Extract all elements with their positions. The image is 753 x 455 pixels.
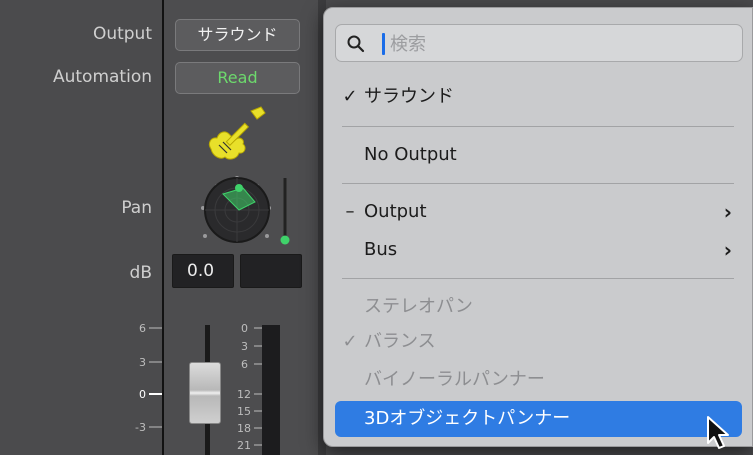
meter-tick-label: 0 (241, 322, 248, 335)
meter-tick-label: 3 (241, 340, 248, 353)
volume-db-readout[interactable]: 0.0 (172, 254, 234, 288)
menu-item-3d-object-panner[interactable]: 3Dオブジェクトパンナー (335, 401, 742, 437)
search-input[interactable] (390, 29, 730, 59)
fader-tick-label: 0 (139, 388, 146, 401)
mixer-labels-column: Output Automation Pan dB 6 3 0 -3 (0, 0, 170, 455)
fader-tick-label: 6 (139, 322, 146, 335)
search-field[interactable] (335, 24, 743, 62)
menu-item-label: バランス (364, 331, 436, 352)
mixed-state-icon: – (345, 201, 355, 222)
fader-tick-label: 3 (139, 356, 146, 369)
text-caret (382, 33, 385, 55)
pan-knob[interactable] (183, 172, 293, 254)
chevron-right-icon: › (723, 238, 732, 262)
search-icon (347, 35, 365, 53)
meter-tick-label: 15 (237, 405, 251, 418)
menu-separator (342, 126, 734, 127)
menu-item-no-output[interactable]: No Output (324, 138, 752, 172)
menu-item-label: サラウンド (364, 86, 454, 107)
checkmark-icon: ✓ (342, 86, 358, 107)
menu-item-surround[interactable]: ✓ サラウンド (324, 80, 752, 114)
menu-item-label: Bus (364, 239, 398, 260)
menu-item-bus[interactable]: Bus › (324, 233, 752, 267)
menu-item-label: ステレオパン (364, 296, 473, 317)
menu-item-stereo-pan: ステレオパン (324, 290, 752, 324)
level-meter (262, 325, 280, 455)
db-label: dB (129, 263, 152, 283)
automation-label: Automation (52, 67, 152, 87)
peak-level-readout (240, 254, 302, 288)
pan-label: Pan (121, 198, 152, 218)
chevron-right-icon: › (723, 200, 732, 224)
output-selector-button[interactable]: サラウンド (175, 19, 300, 51)
mouse-pointer-icon (707, 416, 729, 449)
menu-item-label: 3Dオブジェクトパンナー (364, 408, 571, 429)
menu-item-binaural-panner: バイノーラルパンナー (324, 363, 752, 397)
menu-item-label: No Output (364, 144, 457, 165)
meter-tick-label: 12 (237, 388, 251, 401)
menu-item-label: バイノーラルパンナー (364, 369, 545, 390)
output-label: Output (92, 24, 152, 44)
fader-tick-label: -3 (135, 421, 146, 434)
meter-scale: 0 3 6 12 15 18 21 (237, 322, 262, 452)
automation-mode-button[interactable]: Read (175, 62, 300, 94)
checkmark-icon: ✓ (342, 331, 358, 352)
electric-guitar-icon (208, 106, 266, 160)
meter-tick-label: 21 (237, 439, 251, 452)
meter-tick-label: 18 (237, 422, 251, 435)
meter-tick-label: 6 (241, 358, 248, 371)
output-popup-menu: ✓ サラウンド No Output – Output › Bus › ステレオパ… (323, 7, 753, 447)
menu-item-balance: ✓ バランス (324, 325, 752, 359)
volume-fader-handle[interactable] (189, 362, 221, 424)
menu-separator (342, 183, 734, 184)
menu-separator (342, 278, 734, 279)
menu-item-label: Output (364, 201, 427, 222)
menu-item-output[interactable]: – Output › (324, 195, 752, 229)
